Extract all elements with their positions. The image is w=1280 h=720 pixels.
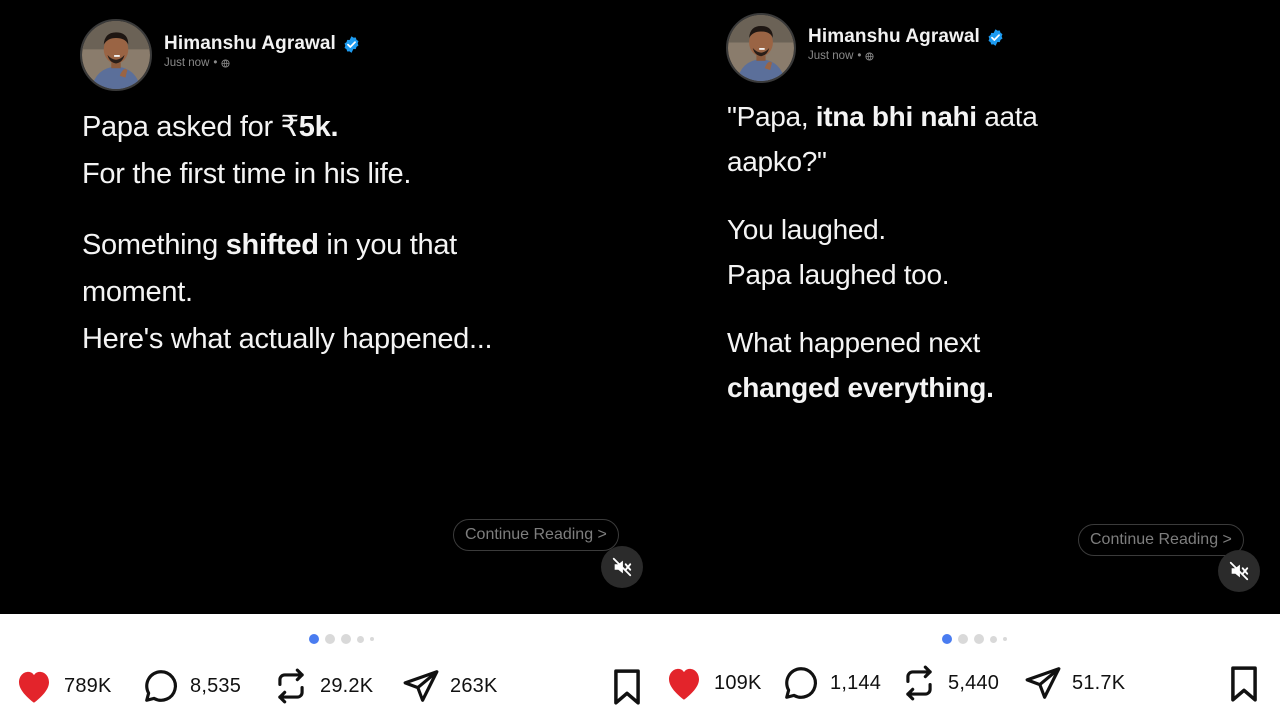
post-time: Just now xyxy=(164,57,210,69)
carousel-dot[interactable] xyxy=(370,637,374,641)
carousel-dot[interactable] xyxy=(942,634,952,644)
text-line: What happened next xyxy=(727,327,981,358)
bookmark-icon[interactable] xyxy=(1227,665,1261,703)
mute-icon xyxy=(1229,561,1249,581)
comment-button[interactable]: 8,535 xyxy=(142,667,241,705)
carousel-dot[interactable] xyxy=(958,634,968,644)
post-text: Papa asked for ₹5k. For the first time i… xyxy=(82,104,562,363)
like-count: 789K xyxy=(64,674,112,697)
text-line: Something shifted in you that xyxy=(82,229,457,261)
meta-separator: • xyxy=(213,57,218,69)
text-line: Papa asked for ₹5k. xyxy=(82,111,339,143)
carousel-dot[interactable] xyxy=(990,635,997,643)
comment-icon xyxy=(145,670,177,702)
carousel-dot[interactable] xyxy=(357,635,364,643)
action-bar: 789K 8,535 29.2K 263K xyxy=(0,664,644,710)
comment-icon xyxy=(785,667,817,699)
post-time: Just now xyxy=(808,50,854,62)
meta-separator: • xyxy=(857,50,862,62)
carousel-dot[interactable] xyxy=(1003,637,1007,641)
globe-icon xyxy=(865,51,874,61)
text-line: moment. xyxy=(82,276,193,308)
share-count: 263K xyxy=(450,674,498,697)
carousel-dot[interactable] xyxy=(341,634,351,644)
text-line: changed everything. xyxy=(727,372,994,403)
continue-reading-button[interactable]: Continue Reading > xyxy=(453,519,619,551)
mute-button[interactable] xyxy=(1218,550,1260,592)
post-card: Himanshu Agrawal Just now • "Papa, itna … xyxy=(644,0,1280,720)
repost-button[interactable]: 5,440 xyxy=(900,664,999,702)
post-header: Himanshu Agrawal Just now • xyxy=(726,13,1005,83)
heart-icon xyxy=(669,668,699,700)
post-media[interactable]: Himanshu Agrawal Just now • "Papa, itna … xyxy=(644,0,1280,614)
verified-badge-icon xyxy=(344,35,359,53)
share-button[interactable]: 51.7K xyxy=(1024,664,1125,702)
share-count: 51.7K xyxy=(1072,671,1126,694)
mute-button[interactable] xyxy=(601,546,643,588)
author-name[interactable]: Himanshu Agrawal xyxy=(808,26,980,48)
post-card: Himanshu Agrawal Just now • Papa asked f… xyxy=(0,0,644,720)
repost-button[interactable]: 29.2K xyxy=(272,667,373,705)
continue-reading-button[interactable]: Continue Reading > xyxy=(1078,524,1244,556)
carousel-dot[interactable] xyxy=(309,634,319,644)
action-bar: 109K 1,144 5,440 51.7K xyxy=(644,664,1280,710)
repost-count: 29.2K xyxy=(320,674,374,697)
text-line: For the first time in his life. xyxy=(82,158,412,190)
like-button[interactable]: 789K xyxy=(14,667,112,705)
comment-count: 8,535 xyxy=(190,674,242,697)
like-count: 109K xyxy=(714,671,762,694)
globe-icon xyxy=(221,58,230,68)
text-line: You laughed. xyxy=(727,214,886,245)
author-name[interactable]: Himanshu Agrawal xyxy=(164,33,336,55)
repost-count: 5,440 xyxy=(948,671,1000,694)
carousel-indicator xyxy=(309,634,374,644)
post-header: Himanshu Agrawal Just now • xyxy=(80,19,361,91)
repost-icon xyxy=(278,668,304,704)
verified-badge-icon xyxy=(988,28,1003,46)
carousel-indicator xyxy=(942,634,1007,644)
text-line: Papa laughed too. xyxy=(727,259,950,290)
post-text: "Papa, itna bhi nahi aata aapko?" You la… xyxy=(727,94,1107,410)
repost-icon xyxy=(906,665,932,701)
bookmark-icon[interactable] xyxy=(610,668,644,706)
share-icon xyxy=(403,670,439,702)
avatar[interactable] xyxy=(80,19,152,91)
mute-icon xyxy=(612,557,632,577)
text-line: Here's what actually happened... xyxy=(82,323,493,355)
share-button[interactable]: 263K xyxy=(402,667,498,705)
text-line: aapko?" xyxy=(727,146,827,177)
like-button[interactable]: 109K xyxy=(664,664,762,702)
heart-icon xyxy=(19,671,49,703)
comment-count: 1,144 xyxy=(830,671,882,694)
post-media[interactable]: Himanshu Agrawal Just now • Papa asked f… xyxy=(0,0,644,614)
avatar[interactable] xyxy=(726,13,796,83)
carousel-dot[interactable] xyxy=(325,634,335,644)
comment-button[interactable]: 1,144 xyxy=(782,664,881,702)
text-line: "Papa, itna bhi nahi aata xyxy=(727,101,1038,132)
carousel-dot[interactable] xyxy=(974,634,984,644)
share-icon xyxy=(1025,667,1061,699)
